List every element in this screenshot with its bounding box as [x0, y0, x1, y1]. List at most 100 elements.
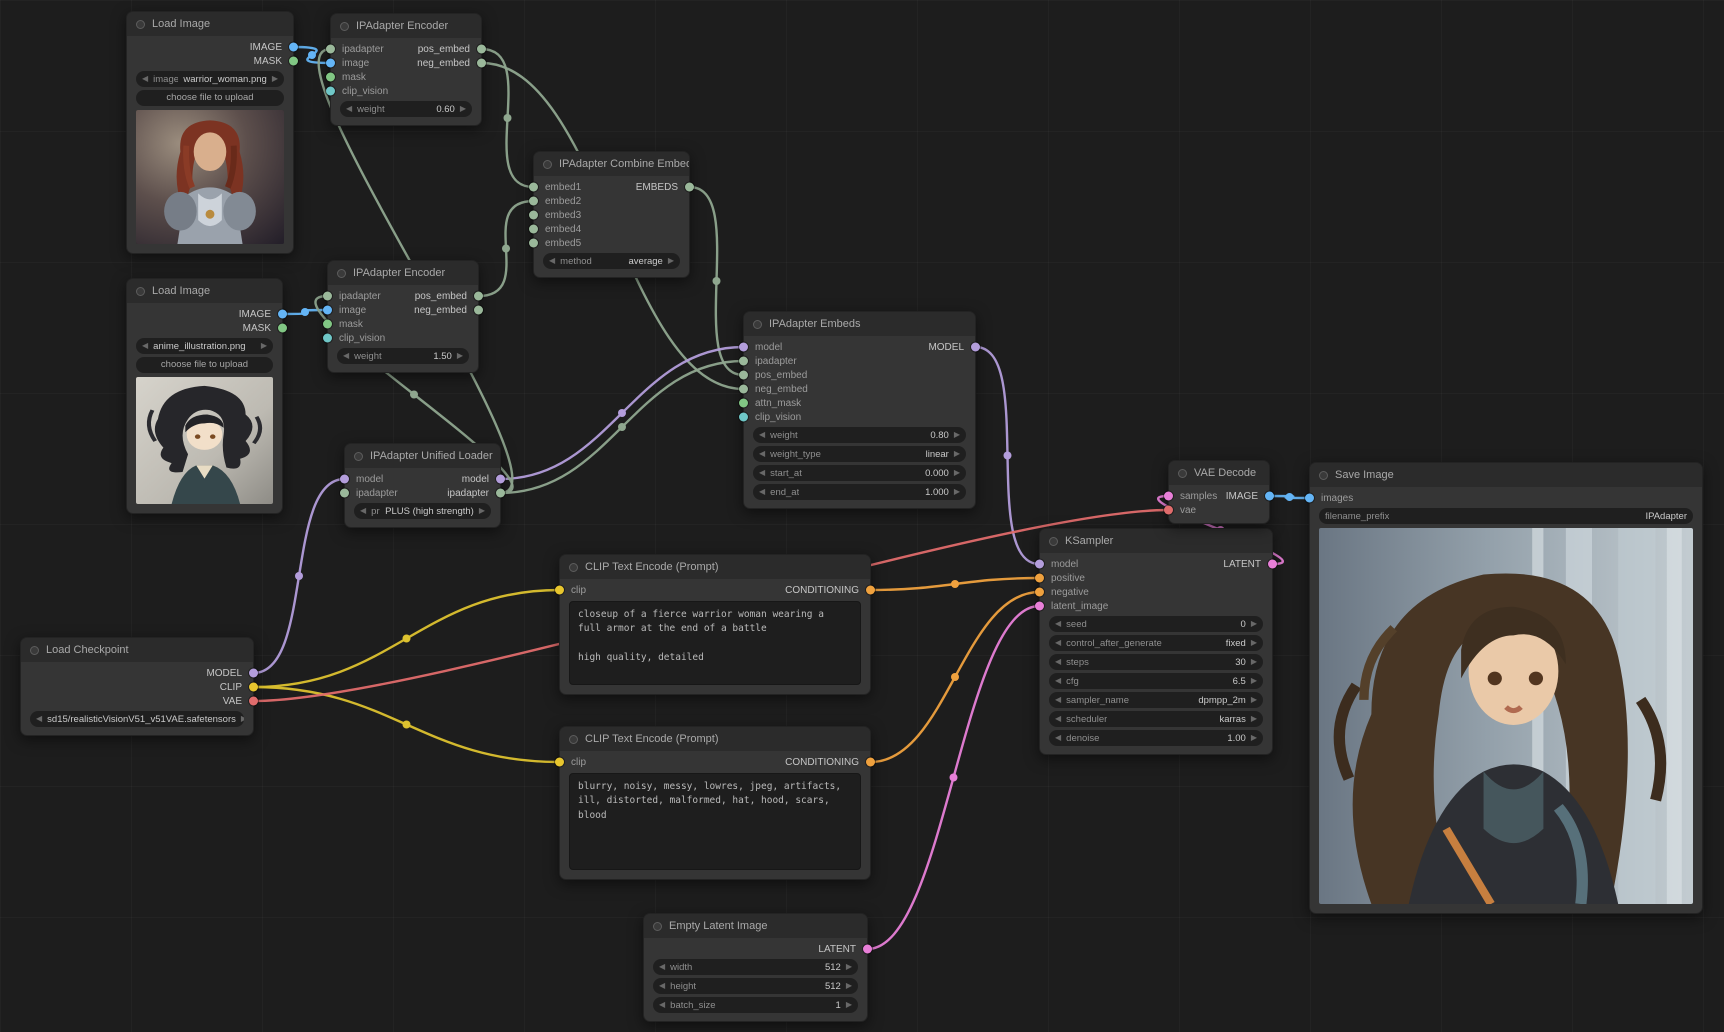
- widget-batch-size[interactable]: ◀ batch_size 1 ▶: [653, 997, 858, 1013]
- increment-arrow-icon[interactable]: ▶: [954, 488, 960, 496]
- widget-height[interactable]: ◀ height 512 ▶: [653, 978, 858, 994]
- widget-cfg[interactable]: ◀ cfg 6.5 ▶: [1049, 673, 1263, 689]
- decrement-arrow-icon[interactable]: ◀: [659, 963, 665, 971]
- increment-arrow-icon[interactable]: ▶: [954, 431, 960, 439]
- output-port-pos-embed[interactable]: [477, 45, 486, 54]
- upload-button[interactable]: choose file to upload: [136, 357, 273, 373]
- node-ipadapter-embeds[interactable]: IPAdapter Embeds model MODEL ipadapter p…: [743, 311, 976, 509]
- input-port-clip-vision[interactable]: [323, 334, 332, 343]
- input-port-clip-vision[interactable]: [739, 413, 748, 422]
- input-port-positive[interactable]: [1035, 574, 1044, 583]
- output-port-model[interactable]: [971, 343, 980, 352]
- decrement-arrow-icon[interactable]: ◀: [1055, 734, 1061, 742]
- collapse-dot-icon[interactable]: [337, 269, 346, 278]
- output-port-image[interactable]: [1265, 492, 1274, 501]
- node-ipadapter-encoder-2[interactable]: IPAdapter Encoder ipadapter pos_embed im…: [327, 260, 479, 373]
- widget-scheduler[interactable]: ◀ scheduler karras ▶: [1049, 711, 1263, 727]
- widget-steps[interactable]: ◀ steps 30 ▶: [1049, 654, 1263, 670]
- increment-arrow-icon[interactable]: ▶: [479, 507, 485, 515]
- output-port-neg-embed[interactable]: [474, 306, 483, 315]
- node-load-image-2[interactable]: Load Image IMAGE MASK ◀ anime_illustrati…: [126, 278, 283, 514]
- collapse-dot-icon[interactable]: [653, 922, 662, 931]
- node-load-image-1[interactable]: Load Image IMAGE MASK ◀ image warrior_wo…: [126, 11, 294, 254]
- increment-arrow-icon[interactable]: ▶: [846, 982, 852, 990]
- collapse-dot-icon[interactable]: [30, 646, 39, 655]
- node-ipadapter-encoder-1[interactable]: IPAdapter Encoder ipadapter pos_embed im…: [330, 13, 482, 126]
- input-port-image[interactable]: [323, 306, 332, 315]
- input-port-mask[interactable]: [326, 73, 335, 82]
- input-port-ipadapter[interactable]: [739, 357, 748, 366]
- output-port-conditioning[interactable]: [866, 758, 875, 767]
- input-port-model[interactable]: [340, 475, 349, 484]
- input-port-embed3[interactable]: [529, 211, 538, 220]
- output-port-image[interactable]: [278, 310, 287, 319]
- collapse-dot-icon[interactable]: [340, 22, 349, 31]
- widget-seed[interactable]: ◀ seed 0 ▶: [1049, 616, 1263, 632]
- decrement-arrow-icon[interactable]: ◀: [549, 257, 555, 265]
- prompt-textarea[interactable]: blurry, noisy, messy, lowres, jpeg, arti…: [569, 773, 861, 870]
- increment-arrow-icon[interactable]: ▶: [261, 342, 267, 350]
- widget-width[interactable]: ◀ width 512 ▶: [653, 959, 858, 975]
- increment-arrow-icon[interactable]: ▶: [954, 450, 960, 458]
- input-port-embed4[interactable]: [529, 225, 538, 234]
- widget-image[interactable]: ◀ anime_illustration.png ▶: [136, 338, 273, 354]
- prompt-textarea[interactable]: closeup of a fierce warrior woman wearin…: [569, 601, 861, 685]
- decrement-arrow-icon[interactable]: ◀: [360, 507, 366, 515]
- output-port-ipadapter[interactable]: [496, 489, 505, 498]
- input-port-latent-image[interactable]: [1035, 602, 1044, 611]
- increment-arrow-icon[interactable]: ▶: [954, 469, 960, 477]
- decrement-arrow-icon[interactable]: ◀: [1055, 715, 1061, 723]
- input-port-model[interactable]: [739, 343, 748, 352]
- collapse-dot-icon[interactable]: [1178, 469, 1187, 478]
- widget-filename-prefix[interactable]: filename_prefix IPAdapter: [1319, 508, 1693, 524]
- output-port-latent[interactable]: [1268, 560, 1277, 569]
- input-port-embed5[interactable]: [529, 239, 538, 248]
- input-port-neg-embed[interactable]: [739, 385, 748, 394]
- input-port-image[interactable]: [326, 59, 335, 68]
- output-port-conditioning[interactable]: [866, 586, 875, 595]
- input-port-samples[interactable]: [1164, 492, 1173, 501]
- output-port-embeds[interactable]: [685, 183, 694, 192]
- output-port-model[interactable]: [249, 669, 258, 678]
- decrement-arrow-icon[interactable]: ◀: [1055, 658, 1061, 666]
- input-port-pos-embed[interactable]: [739, 371, 748, 380]
- input-port-attn-mask[interactable]: [739, 399, 748, 408]
- decrement-arrow-icon[interactable]: ◀: [36, 715, 42, 723]
- collapse-dot-icon[interactable]: [543, 160, 552, 169]
- widget-control-after-generate[interactable]: ◀ control_after_generate fixed ▶: [1049, 635, 1263, 651]
- increment-arrow-icon[interactable]: ▶: [457, 352, 463, 360]
- widget-start-at[interactable]: ◀ start_at 0.000 ▶: [753, 465, 966, 481]
- decrement-arrow-icon[interactable]: ◀: [1055, 677, 1061, 685]
- input-port-ipadapter[interactable]: [326, 45, 335, 54]
- increment-arrow-icon[interactable]: ▶: [668, 257, 674, 265]
- node-clip-text-encode-negative[interactable]: CLIP Text Encode (Prompt) clip CONDITION…: [559, 726, 871, 880]
- node-save-image[interactable]: Save Image images filename_prefix IPAdap…: [1309, 462, 1703, 914]
- input-port-ipadapter[interactable]: [323, 292, 332, 301]
- decrement-arrow-icon[interactable]: ◀: [659, 982, 665, 990]
- decrement-arrow-icon[interactable]: ◀: [142, 75, 148, 83]
- node-ipadapter-combine-embeds[interactable]: IPAdapter Combine Embeds embed1 EMBEDS e…: [533, 151, 690, 278]
- node-ipadapter-unified-loader[interactable]: IPAdapter Unified Loader model model ipa…: [344, 443, 501, 528]
- increment-arrow-icon[interactable]: ▶: [1251, 620, 1257, 628]
- output-port-image[interactable]: [289, 43, 298, 52]
- decrement-arrow-icon[interactable]: ◀: [1055, 696, 1061, 704]
- increment-arrow-icon[interactable]: ▶: [460, 105, 466, 113]
- input-port-vae[interactable]: [1164, 506, 1173, 515]
- decrement-arrow-icon[interactable]: ◀: [1055, 620, 1061, 628]
- node-empty-latent-image[interactable]: Empty Latent Image LATENT ◀ width 512 ▶ …: [643, 913, 868, 1022]
- output-port-vae[interactable]: [249, 697, 258, 706]
- increment-arrow-icon[interactable]: ▶: [1251, 677, 1257, 685]
- input-port-embed2[interactable]: [529, 197, 538, 206]
- node-clip-text-encode-positive[interactable]: CLIP Text Encode (Prompt) clip CONDITION…: [559, 554, 871, 695]
- increment-arrow-icon[interactable]: ▶: [1251, 639, 1257, 647]
- collapse-dot-icon[interactable]: [569, 563, 578, 572]
- input-port-clip[interactable]: [555, 758, 564, 767]
- widget-weight[interactable]: ◀ weight 0.80 ▶: [753, 427, 966, 443]
- widget-sampler-name[interactable]: ◀ sampler_name dpmpp_2m ▶: [1049, 692, 1263, 708]
- widget-denoise[interactable]: ◀ denoise 1.00 ▶: [1049, 730, 1263, 746]
- increment-arrow-icon[interactable]: ▶: [1251, 715, 1257, 723]
- collapse-dot-icon[interactable]: [136, 287, 145, 296]
- decrement-arrow-icon[interactable]: ◀: [759, 488, 765, 496]
- input-port-ipadapter[interactable]: [340, 489, 349, 498]
- input-port-negative[interactable]: [1035, 588, 1044, 597]
